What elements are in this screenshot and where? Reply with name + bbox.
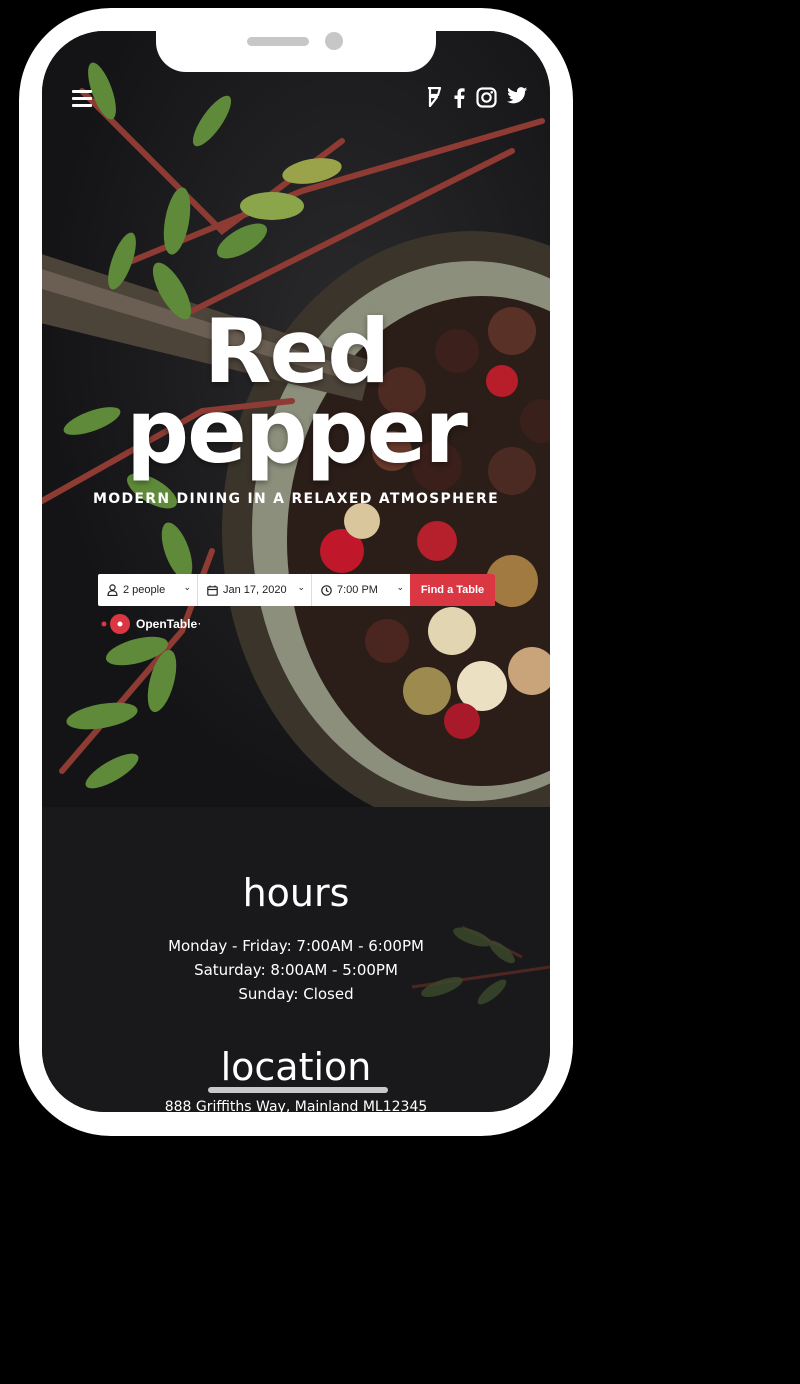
person-icon — [107, 584, 118, 596]
opentable-logo[interactable]: OpenTable · — [100, 613, 201, 635]
info-section: hours Monday - Friday: 7:00AM - 6:00PM S… — [42, 807, 550, 1112]
location-heading: location — [220, 1045, 372, 1089]
home-indicator[interactable] — [208, 1087, 388, 1093]
calendar-icon — [207, 585, 218, 596]
tagline: MODERN DINING IN A RELAXED ATMOSPHERE — [93, 491, 499, 507]
time-select[interactable]: 7:00 PM ⌄ — [312, 574, 410, 606]
phone-screen: Red pepper MODERN DINING IN A RELAXED AT… — [42, 31, 550, 1112]
address-text[interactable]: 888 Griffiths Way, Mainland ML12345 — [42, 1099, 550, 1112]
opentable-mark-icon — [101, 614, 130, 634]
chevron-down-icon: ⌄ — [297, 582, 305, 592]
chevron-down-icon: ⌄ — [396, 582, 404, 592]
facebook-icon[interactable] — [453, 87, 465, 108]
restaurant-name-line2: pepper — [126, 380, 468, 483]
hours-sunday: Sunday: Closed — [238, 985, 354, 1003]
party-size-select[interactable]: 2 people ⌄ — [98, 574, 198, 606]
hamburger-menu-icon[interactable] — [72, 90, 92, 110]
front-camera — [325, 32, 343, 50]
hero-section: Red pepper MODERN DINING IN A RELAXED AT… — [42, 31, 550, 807]
hours-heading: hours — [242, 871, 350, 915]
clock-icon — [321, 584, 332, 596]
chevron-down-icon: ⌄ — [183, 582, 191, 592]
reservation-widget: 2 people ⌄ Jan 17, 2020 ⌄ 7:00 PM ⌄ Find… — [98, 574, 495, 606]
party-size-value: 2 people — [123, 584, 166, 596]
date-value: Jan 17, 2020 — [223, 584, 287, 596]
twitter-icon[interactable] — [507, 87, 528, 104]
hours-weekdays: Monday - Friday: 7:00AM - 6:00PM — [168, 937, 424, 955]
opentable-wordmark: OpenTable — [136, 617, 198, 631]
hours-saturday: Saturday: 8:00AM - 5:00PM — [194, 961, 398, 979]
time-value: 7:00 PM — [337, 584, 378, 596]
instagram-icon[interactable] — [476, 87, 497, 108]
foursquare-icon[interactable] — [426, 87, 442, 107]
find-a-table-button[interactable]: Find a Table — [410, 574, 495, 606]
phone-notch — [156, 31, 436, 72]
opentable-trademark: · — [198, 619, 202, 629]
date-picker[interactable]: Jan 17, 2020 ⌄ — [198, 574, 312, 606]
speaker-grille — [247, 37, 309, 46]
